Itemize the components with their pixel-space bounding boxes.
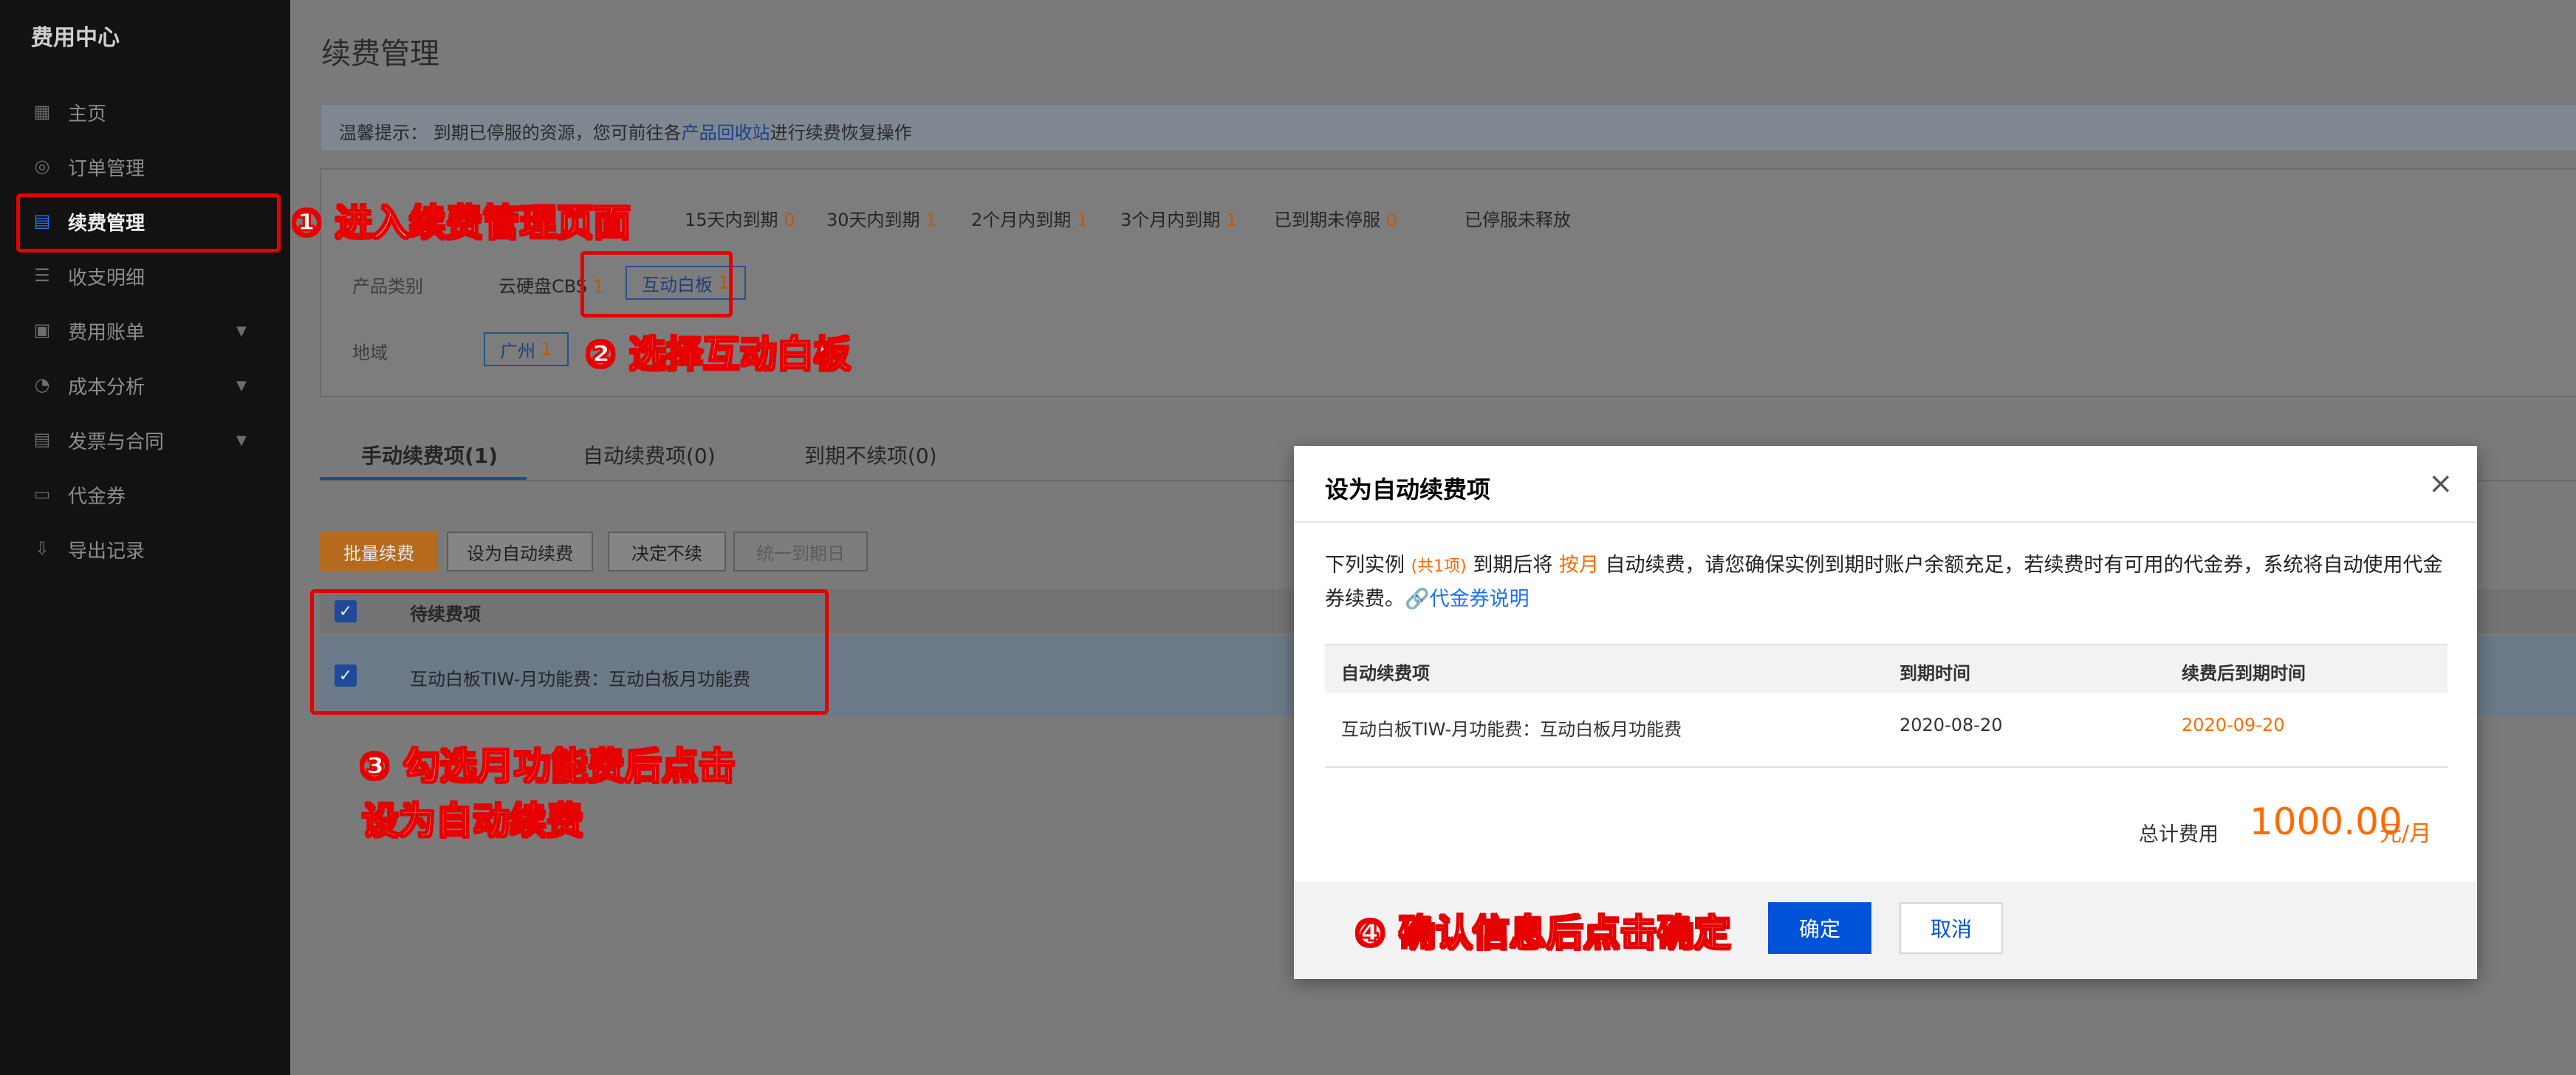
tab-active-indicator: [320, 477, 527, 480]
chevron-down-icon: ▼: [236, 433, 247, 448]
grid-icon: ▦: [33, 101, 51, 122]
sidebar: 费用中心 ▦ 主页 ◎ 订单管理 ▤ 续费管理 ☰ 收支明细 ▣ 费用账单 ▼ …: [0, 0, 290, 1075]
brand-title: 费用中心: [31, 25, 120, 51]
annotation-step-4: ④ 确认信息后点击确定: [1354, 911, 1732, 955]
sidebar-item-cost-analysis[interactable]: ◔ 成本分析 ▼: [0, 357, 290, 412]
filter-30-days[interactable]: 30天内到期 1: [826, 205, 936, 231]
export-icon: ⇩: [34, 538, 50, 559]
sidebar-item-label: 导出记录: [68, 540, 145, 563]
chevron-down-icon: ▼: [236, 378, 247, 394]
filter-15-days[interactable]: 15天内到期 0: [685, 205, 795, 231]
chevron-down-icon: ▼: [236, 323, 247, 339]
close-icon[interactable]: ×: [2428, 467, 2453, 501]
annotation-step-3-line-2: 设为自动续费: [361, 799, 584, 843]
sidebar-item-invoices[interactable]: ▤ 发票与合同 ▼: [0, 412, 290, 467]
annotation-box-whiteboard: [580, 251, 733, 317]
dialog-table-bottom-line: [1325, 766, 2447, 768]
sidebar-item-transactions[interactable]: ☰ 收支明细: [0, 248, 290, 303]
sidebar-item-bills[interactable]: ▣ 费用账单 ▼: [0, 303, 290, 357]
set-auto-renew-button[interactable]: 设为自动续费: [447, 532, 593, 571]
dialog-row-item: 互动白板TIW-月功能费：互动白板月功能费: [1341, 719, 1682, 740]
region-label: 地域: [352, 343, 388, 363]
tip-text: 温馨提示： 到期已停服的资源，您可前往各: [339, 123, 682, 143]
voucher-icon: ▭: [33, 484, 51, 504]
bill-icon: ▣: [33, 320, 51, 340]
invoice-icon: ▤: [33, 429, 51, 450]
tip-text-suffix: 进行续费恢复操作: [770, 123, 912, 143]
annotation-step-2: ② 选择互动白板: [584, 332, 852, 377]
sidebar-item-label: 代金券: [68, 486, 126, 508]
confirm-button[interactable]: 确定: [1768, 902, 1871, 954]
column-expire-time: 到期时间: [1900, 663, 1970, 684]
dialog-row-renewed: 2020-09-20: [2182, 715, 2285, 735]
tip-banner: 温馨提示： 到期已停服的资源，您可前往各产品回收站进行续费恢复操作: [320, 103, 2576, 152]
product-category-label: 产品类别: [352, 276, 423, 297]
cancel-button[interactable]: 取消: [1900, 902, 2003, 954]
filter-2-months[interactable]: 2个月内到期 1: [971, 205, 1088, 231]
total-cost-label: 总计费用: [2139, 823, 2219, 846]
tab-manual-renewal[interactable]: 手动续费项(1): [361, 440, 498, 470]
column-auto-renew-item: 自动续费项: [1341, 663, 1430, 684]
annotation-box-renewal-nav: [16, 193, 281, 253]
decide-no-renew-button[interactable]: 决定不续: [608, 532, 726, 571]
pie-icon: ◔: [34, 374, 50, 395]
annotation-step-1: ① 进入续费管理页面: [290, 201, 631, 245]
sidebar-item-exports[interactable]: ⇩ 导出记录: [0, 521, 290, 576]
tab-auto-renewal[interactable]: 自动续费项(0): [583, 440, 716, 470]
sidebar-item-label: 成本分析: [68, 377, 145, 399]
coin-icon: ◎: [34, 156, 50, 176]
tab-no-renewal[interactable]: 到期不续项(0): [804, 440, 937, 470]
sidebar-item-home[interactable]: ▦ 主页: [0, 84, 290, 139]
dialog-description: 下列实例 (共1项) 到期后将 按月 自动续费，请您确保实例到期时账户余额充足，…: [1325, 554, 2443, 611]
voucher-info-link[interactable]: 代金券说明: [1430, 588, 1530, 611]
list-icon: ☰: [34, 265, 50, 286]
link-icon: 🔗: [1405, 588, 1430, 611]
batch-renew-button[interactable]: 批量续费: [320, 532, 438, 571]
column-renewed-expire-time: 续费后到期时间: [2182, 663, 2306, 684]
filter-stopped-unreleased[interactable]: 已停服未释放: [1465, 205, 1571, 231]
sidebar-item-vouchers[interactable]: ▭ 代金券: [0, 467, 290, 521]
unify-expiry-button: 统一到期日: [733, 532, 868, 571]
sidebar-item-label: 收支明细: [68, 267, 145, 289]
dialog-row-expire: 2020-08-20: [1900, 715, 2003, 735]
filter-3-months[interactable]: 3个月内到期 1: [1120, 205, 1237, 231]
annotation-step-3-line-1: ③ 勾选月功能费后点击: [358, 744, 736, 789]
sidebar-item-label: 发票与合同: [68, 431, 165, 453]
recycle-bin-link[interactable]: 产品回收站: [682, 123, 770, 143]
auto-renew-dialog: 设为自动续费项 × 下列实例 (共1项) 到期后将 按月 自动续费，请您确保实例…: [1294, 446, 2477, 979]
sidebar-item-label: 主页: [68, 103, 107, 126]
annotation-box-table-selection: [310, 589, 829, 715]
sidebar-item-label: 费用账单: [68, 322, 145, 344]
filter-expired-running[interactable]: 已到期未停服 0: [1274, 205, 1397, 231]
dialog-title: 设为自动续费项: [1325, 475, 1491, 504]
page-title: 续费管理: [321, 37, 439, 71]
dialog-header-divider: [1294, 521, 2477, 523]
region-guangzhou[interactable]: 广州 1: [484, 332, 569, 366]
sidebar-item-orders[interactable]: ◎ 订单管理: [0, 139, 290, 193]
sidebar-item-label: 订单管理: [68, 158, 145, 180]
total-cost-unit: 元/月: [2380, 821, 2432, 847]
